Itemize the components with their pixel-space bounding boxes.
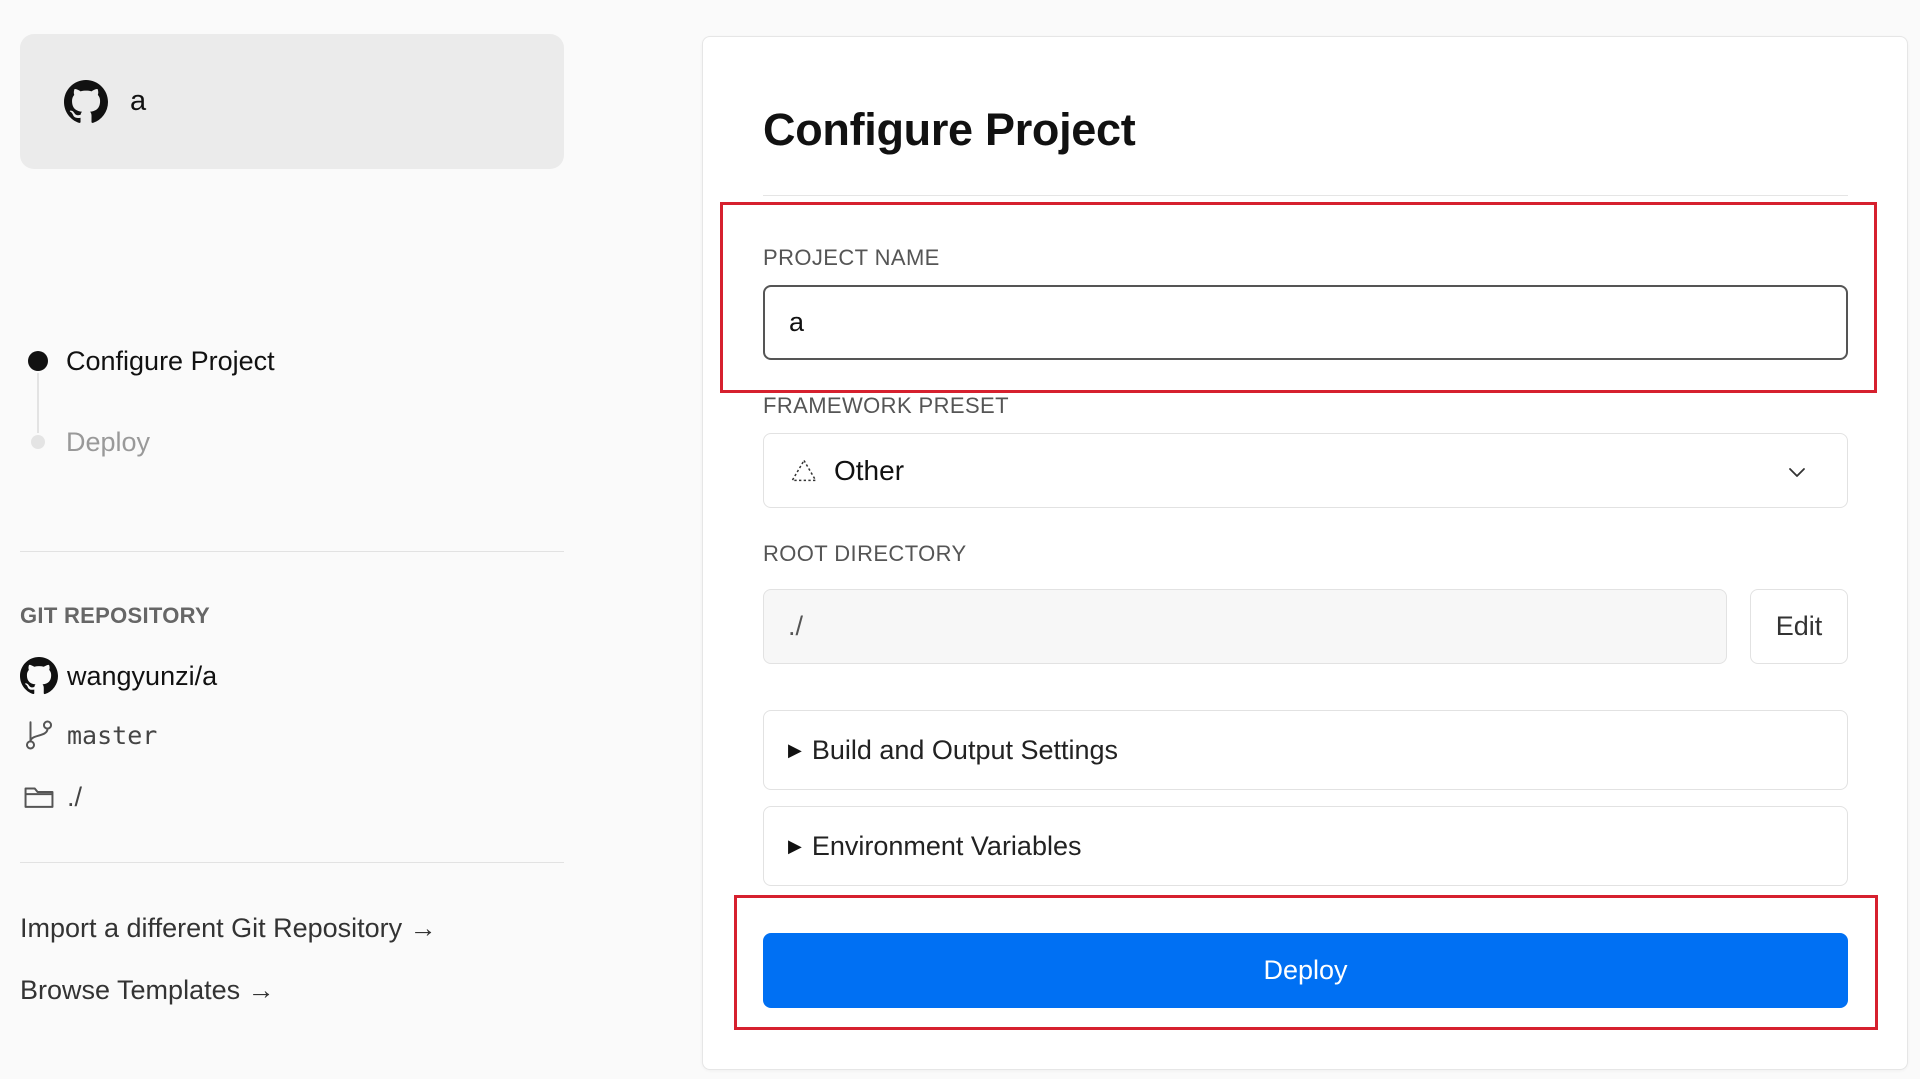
chevron-down-icon: [1789, 468, 1805, 477]
root-directory-value: ./: [788, 611, 804, 641]
divider: [20, 862, 564, 863]
environment-variables-label: Environment Variables: [811, 830, 1082, 861]
import-repository-link[interactable]: Import a different Git Repository →: [20, 913, 437, 944]
git-repository-heading: GIT REPOSITORY: [20, 603, 211, 628]
environment-variables-toggle[interactable]: ▶ Environment Variables: [763, 806, 1848, 886]
step-label: Configure Project: [66, 345, 275, 376]
build-output-settings-toggle[interactable]: ▶ Build and Output Settings: [763, 710, 1848, 790]
git-branch-name: master: [67, 720, 158, 750]
framework-other-icon: [791, 458, 817, 481]
edit-root-directory-button[interactable]: Edit: [1750, 589, 1848, 664]
framework-preset-value: Other: [834, 454, 905, 486]
folder-icon: [20, 778, 58, 816]
progress-steps: Configure Project Deploy: [28, 343, 275, 460]
repo-card-name: a: [130, 85, 147, 117]
caret-right-icon: ▶: [788, 835, 802, 856]
caret-right-icon: ▶: [788, 739, 802, 760]
github-icon: [64, 79, 108, 123]
framework-preset-select[interactable]: Other: [763, 433, 1848, 508]
framework-preset-label: FRAMEWORK PRESET: [763, 393, 1009, 418]
step-deploy: Deploy: [28, 424, 275, 460]
git-branch-icon: [20, 716, 58, 754]
highlight-project-name: [720, 202, 1877, 393]
git-repo-name: wangyunzi/a: [67, 660, 218, 691]
root-directory-input: ./: [763, 589, 1727, 664]
git-directory-path: ./: [67, 781, 83, 812]
step-configure-project: Configure Project: [28, 343, 275, 379]
page: a Configure Project Deploy GIT REPOSITOR…: [0, 0, 1920, 1079]
git-branch-row: master: [20, 716, 157, 754]
step-active-dot: [28, 351, 48, 371]
git-repo-row[interactable]: wangyunzi/a: [20, 657, 217, 695]
browse-templates-link[interactable]: Browse Templates →: [20, 975, 275, 1006]
root-directory-label: ROOT DIRECTORY: [763, 541, 967, 566]
divider: [20, 551, 564, 552]
page-title: Configure Project: [763, 104, 1136, 155]
repo-card: a: [20, 34, 564, 169]
highlight-deploy: [734, 895, 1878, 1030]
git-directory-row: ./: [20, 778, 82, 816]
step-label: Deploy: [66, 426, 151, 457]
github-icon: [20, 657, 58, 695]
build-output-settings-label: Build and Output Settings: [811, 734, 1119, 765]
step-inactive-dot: [31, 435, 45, 449]
divider: [763, 195, 1848, 196]
